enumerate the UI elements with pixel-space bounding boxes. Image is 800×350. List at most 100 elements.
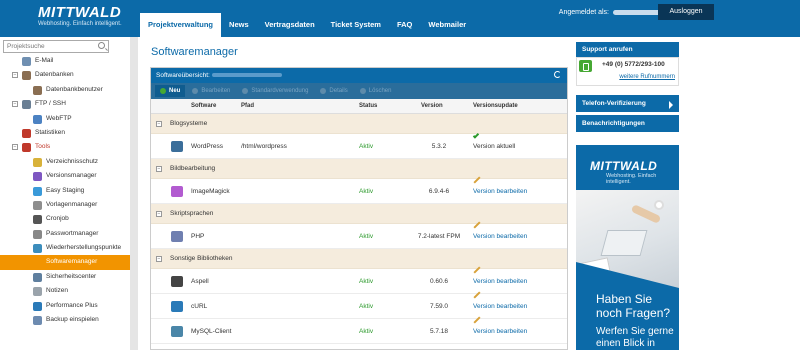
sidebar-item-tools[interactable]: − Tools xyxy=(0,140,130,154)
update-label: Version bearbeiten xyxy=(473,303,528,310)
collapse-toggle-icon[interactable]: − xyxy=(12,144,18,151)
edit-button[interactable]: Bearbeiten xyxy=(187,85,235,97)
sidebar-item-label: Cronjob xyxy=(46,215,69,223)
table-row[interactable]: MySQL-Client Aktiv 5.7.18 Version bearbeite… xyxy=(151,316,567,344)
ad-headline: Haben Sie noch Fragen? xyxy=(596,292,671,320)
sidebar-item-softwaremanager[interactable]: Softwaremanager xyxy=(0,255,130,270)
group-collapse-icon[interactable]: − xyxy=(156,256,162,262)
sidebar-item-versionsmanager[interactable]: Versionsmanager xyxy=(0,169,130,183)
cell-software: MySQL-Client xyxy=(191,328,232,335)
plus-icon xyxy=(160,88,166,94)
notifications-button[interactable]: Benachrichtigungen xyxy=(576,115,679,132)
collapse-toggle-icon[interactable]: − xyxy=(12,72,18,79)
sidebar-scrollbar[interactable] xyxy=(130,37,138,350)
more-numbers-link[interactable]: weitere Rufnummern xyxy=(619,74,675,80)
nav-tab-faq[interactable]: FAQ xyxy=(389,13,420,37)
table-body: − Blogsysteme WordPress/html/wordpress Akti… xyxy=(151,114,567,344)
curl-icon xyxy=(171,301,183,312)
sidebar-item-notizen[interactable]: Notizen xyxy=(0,284,130,298)
default-use-button[interactable]: Standardverwendung xyxy=(237,85,313,97)
sidebar-item-vorlagenmanager[interactable]: Vorlagenmanager xyxy=(0,198,130,212)
trash-icon xyxy=(359,88,366,94)
sidebar-item-label: Vorlagenmanager xyxy=(46,200,98,208)
table-group[interactable]: − Skriptsprachen xyxy=(151,204,567,224)
sidebar-item-label: Datenbanken xyxy=(35,71,74,79)
right-sidebar: Support anrufen +49 (0) 5772/293-100 wei… xyxy=(576,42,679,132)
sidebar-item-wiederherstellungspunkte[interactable]: Wiederherstellungspunkte xyxy=(0,241,130,255)
cell-status: Aktiv xyxy=(359,278,374,285)
ad-tagline: Webhosting. Einfach intelligent. xyxy=(606,173,657,185)
main-nav: Projektverwaltung News Vertragsdaten Ticket… xyxy=(140,13,474,37)
search-icon[interactable] xyxy=(98,42,105,49)
restore-icon xyxy=(33,244,42,254)
nav-tab-news[interactable]: News xyxy=(221,13,257,37)
collapse-toggle-icon[interactable]: − xyxy=(12,101,18,108)
table-row[interactable]: Aspell Aktiv 0.60.6 Version bearbeiten xyxy=(151,266,567,294)
template-icon xyxy=(33,200,42,210)
sidebar-item-label: Sicherheitscenter xyxy=(46,272,97,280)
cell-status: Aktiv xyxy=(359,233,374,240)
sidebar-item-verzeichnisschutz[interactable]: Verzeichnisschutz xyxy=(0,155,130,169)
sidebar-item-label: Datenbankbenutzer xyxy=(46,85,103,93)
sidebar-item-datenbankbenutzer[interactable]: Datenbankbenutzer xyxy=(0,83,130,97)
logout-button[interactable]: Ausloggen xyxy=(658,4,714,20)
group-collapse-icon[interactable]: − xyxy=(156,121,162,127)
edit-version-link[interactable]: Version bearbeiten xyxy=(473,176,527,204)
table-group[interactable]: − Sonstige Bibliotheken xyxy=(151,249,567,269)
cell-software: Aspell xyxy=(191,278,209,285)
version-icon xyxy=(33,172,42,182)
main-content: Softwaremanager Softwareübersicht: Neu B… xyxy=(150,37,568,350)
new-button[interactable]: Neu xyxy=(155,85,186,97)
col-software: Software xyxy=(191,103,217,109)
sidebar-item-cronjob[interactable]: Cronjob xyxy=(0,212,130,226)
sidebar-item-sicherheitscenter[interactable]: Sicherheitscenter xyxy=(0,270,130,284)
sidebar-item-webftp[interactable]: WebFTP xyxy=(0,112,130,126)
edit-version-link[interactable]: Version bearbeiten xyxy=(473,266,527,294)
password-icon xyxy=(33,229,42,239)
sidebar-item-statistiken[interactable]: Statistiken xyxy=(0,126,130,140)
details-button[interactable]: Details xyxy=(315,85,352,97)
cell-software: PHP xyxy=(191,233,205,240)
sidebar-item-e-mail[interactable]: E-Mail xyxy=(0,54,130,68)
table-row[interactable]: WordPress/html/wordpress Aktiv 5.3.2 Versio… xyxy=(151,132,567,159)
project-tree: E-Mail − Datenbanken Datenbankbenutzer − FTP … xyxy=(0,54,130,327)
table-row[interactable]: cURL Aktiv 7.59.0 Version bearbeiten xyxy=(151,291,567,319)
edit-version-link[interactable]: Version bearbeiten xyxy=(473,221,528,249)
nav-tab-ticket-system[interactable]: Ticket System xyxy=(323,13,389,37)
nav-tab-vertragsdaten[interactable]: Vertragsdaten xyxy=(257,13,323,37)
phone-verification-button[interactable]: Telefon-Verifizierung xyxy=(576,95,679,112)
mysql-client-icon xyxy=(171,326,183,337)
table-row[interactable]: PHP Aktiv 7.2-latest FPM Version bearbeiten xyxy=(151,221,567,249)
sidebar-item-backup-einspielen[interactable]: Backup einspielen xyxy=(0,313,130,327)
cell-version: 6.9.4-6 xyxy=(428,188,450,195)
project-search-input[interactable]: Projektsuche xyxy=(3,40,109,53)
nav-tab-projektverwaltung[interactable]: Projektverwaltung xyxy=(140,13,222,37)
sidebar-item-ftp-ssh[interactable]: − FTP / SSH xyxy=(0,97,130,111)
edit-version-link[interactable]: Version bearbeiten xyxy=(473,316,527,344)
sidebar-item-passwortmanager[interactable]: Passwortmanager xyxy=(0,227,130,241)
sidebar-item-datenbanken[interactable]: − Datenbanken xyxy=(0,68,130,82)
update-label: Version bearbeiten xyxy=(473,233,528,240)
clock-icon xyxy=(33,215,42,225)
group-collapse-icon[interactable]: − xyxy=(156,166,162,172)
cell-software: ImageMagick xyxy=(191,188,230,195)
nav-tab-webmailer[interactable]: Webmailer xyxy=(420,13,474,37)
group-collapse-icon[interactable]: − xyxy=(156,211,162,217)
sidebar-item-label: Performance Plus xyxy=(46,301,98,309)
table-row[interactable]: ImageMagick Aktiv 6.9.4-6 Version bearbeite… xyxy=(151,176,567,204)
edit-version-link[interactable]: Version bearbeiten xyxy=(473,291,528,319)
table-group[interactable]: − Blogsysteme xyxy=(151,114,567,134)
brand-logo[interactable]: MITTWALD Webhosting. Einfach intelligent… xyxy=(38,5,122,28)
table-group[interactable]: − Bildbearbeitung xyxy=(151,159,567,179)
sidebar-item-easy-staging[interactable]: Easy Staging xyxy=(0,184,130,198)
sidebar-item-performance-plus[interactable]: Performance Plus xyxy=(0,299,130,313)
delete-button[interactable]: Löschen xyxy=(355,85,397,97)
notes-icon xyxy=(33,287,42,297)
sidebar-item-label: Versionsmanager xyxy=(46,172,97,180)
refresh-icon[interactable] xyxy=(554,71,561,78)
panel-title: Softwareübersicht: xyxy=(156,72,210,79)
statistics-icon xyxy=(22,128,31,138)
ad-banner[interactable]: MITTWALD Webhosting. Einfach intelligent… xyxy=(576,145,679,350)
phone-box: +49 (0) 5772/293-100 weitere Rufnummern xyxy=(576,57,679,86)
mail-icon xyxy=(22,57,31,66)
